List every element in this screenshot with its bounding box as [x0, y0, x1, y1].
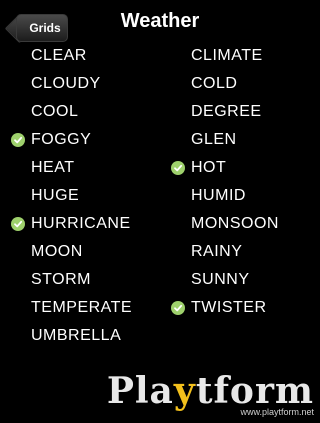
found-check-icon: [171, 301, 185, 315]
found-check-icon: [11, 133, 25, 147]
navigation-bar: Grids Weather: [0, 0, 320, 42]
word-item: DEGREE: [191, 103, 262, 120]
word-item: FOGGY: [31, 131, 92, 148]
word-item: HUMID: [191, 187, 246, 204]
watermark: Playtform www.playtform.net: [107, 373, 314, 417]
word-item: MOON: [31, 243, 83, 260]
word-item: CLIMATE: [191, 47, 263, 64]
word-item: SUNNY: [191, 271, 250, 288]
back-button[interactable]: Grids: [16, 14, 68, 42]
word-item: HURRICANE: [31, 215, 131, 232]
word-item: UMBRELLA: [31, 327, 122, 344]
word-item: CLEAR: [31, 47, 87, 64]
watermark-logo: Playtform: [107, 373, 314, 409]
word-item: TWISTER: [191, 299, 267, 316]
watermark-logo-part: Pla: [106, 370, 174, 412]
word-item: STORM: [31, 271, 91, 288]
word-item: COLD: [191, 75, 238, 92]
back-button-label[interactable]: Grids: [29, 21, 60, 35]
word-item: RAINY: [191, 243, 243, 260]
found-check-icon: [171, 161, 185, 175]
word-item: MONSOON: [191, 215, 279, 232]
word-item: CLOUDY: [31, 75, 101, 92]
word-item: HEAT: [31, 159, 75, 176]
word-item: GLEN: [191, 131, 237, 148]
watermark-logo-accent: y: [173, 370, 196, 412]
word-item: TEMPERATE: [31, 299, 133, 316]
word-item: HOT: [191, 159, 227, 176]
found-check-icon: [11, 217, 25, 231]
word-item: COOL: [31, 103, 79, 120]
watermark-logo-part: tform: [195, 370, 314, 412]
word-item: HUGE: [31, 187, 80, 204]
